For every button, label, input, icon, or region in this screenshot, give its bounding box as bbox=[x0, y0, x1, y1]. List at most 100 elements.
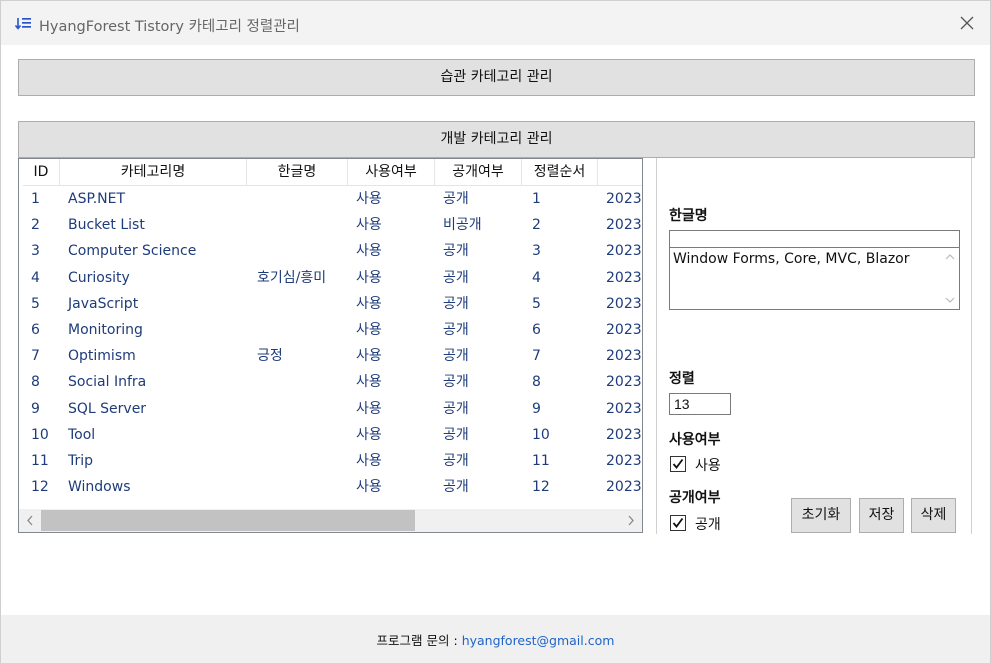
contact-email-link[interactable]: hyangforest@gmail.com bbox=[462, 633, 615, 648]
delete-button[interactable]: 삭제 bbox=[911, 498, 956, 533]
horizontal-scrollbar[interactable] bbox=[19, 509, 642, 532]
cell-date: 2023- bbox=[606, 400, 643, 417]
cell-korean-name bbox=[247, 291, 348, 317]
table-row[interactable]: 9 SQL Server 사용 공개 9 2023- bbox=[23, 396, 643, 422]
cell-public: 공개 bbox=[443, 426, 469, 443]
cell-category-name: JavaScript bbox=[68, 295, 139, 312]
cell-order: 1 bbox=[532, 191, 541, 207]
use-checkbox-label[interactable]: 사용 bbox=[695, 455, 721, 475]
table-row[interactable]: 1 ASP.NET 사용 공개 1 2023- bbox=[23, 186, 643, 212]
cell-order: 8 bbox=[532, 374, 541, 391]
cell-order: 4 bbox=[532, 269, 541, 286]
cell-use: 사용 bbox=[356, 452, 382, 469]
table-row[interactable]: 2 Bucket List 사용 비공개 2 2023- bbox=[23, 212, 643, 238]
table-row[interactable]: 7 Optimism 긍정 사용 공개 7 2023- bbox=[23, 343, 642, 369]
cell-date: 2023- bbox=[606, 374, 643, 391]
cell-date: 2023- bbox=[606, 295, 643, 312]
cell-category-name: Computer Science bbox=[68, 243, 197, 260]
close-button[interactable] bbox=[952, 9, 982, 37]
cell-date: 2023- bbox=[606, 243, 643, 260]
order-field[interactable] bbox=[669, 393, 731, 415]
cell-date: 2023- bbox=[606, 426, 643, 443]
cell-use: 사용 bbox=[356, 400, 382, 417]
cell-id: 11 bbox=[31, 452, 49, 469]
description-text: Window Forms, Core, MVC, Blazor bbox=[673, 251, 910, 267]
cell-korean-name: 호기심/흥미 bbox=[257, 269, 327, 286]
column-header-use[interactable]: 사용여부 bbox=[348, 159, 435, 186]
cell-korean-name bbox=[247, 317, 348, 343]
grid-header: ID 카테고리명 한글명 사용여부 공개여부 정렬순서 bbox=[23, 159, 642, 186]
dev-category-button[interactable]: 개발 카테고리 관리 bbox=[18, 121, 975, 158]
cell-id: 3 bbox=[31, 243, 40, 260]
cell-korean-name bbox=[247, 396, 348, 422]
column-header-id[interactable]: ID bbox=[23, 159, 60, 186]
cell-public: 공개 bbox=[443, 321, 469, 338]
use-checkbox[interactable] bbox=[670, 456, 686, 472]
table-row[interactable]: 5 JavaScript 사용 공개 5 2023- bbox=[23, 291, 643, 317]
cell-id: 6 bbox=[31, 321, 40, 338]
cell-date: 2023- bbox=[606, 269, 643, 286]
reset-button[interactable]: 초기화 bbox=[791, 498, 851, 533]
cell-id: 2 bbox=[31, 217, 40, 234]
cell-date: 2023- bbox=[606, 452, 643, 469]
chevron-left-icon bbox=[19, 515, 41, 532]
table-row[interactable]: 12 Windows 사용 공개 12 2023- bbox=[23, 474, 643, 500]
table-row[interactable]: 4 Curiosity 호기심/흥미 사용 공개 4 2023- bbox=[23, 265, 643, 291]
cell-use: 사용 bbox=[356, 321, 382, 338]
cell-korean-name bbox=[247, 238, 348, 264]
habit-category-button[interactable]: 습관 카테고리 관리 bbox=[18, 59, 975, 96]
column-header-order[interactable]: 정렬순서 bbox=[522, 159, 598, 186]
table-row[interactable]: 11 Trip 사용 공개 11 2023- bbox=[23, 448, 643, 474]
sort-list-icon bbox=[14, 16, 33, 32]
cell-public: 공개 bbox=[443, 295, 469, 312]
description-field[interactable]: Window Forms, Core, MVC, Blazor bbox=[669, 247, 960, 310]
cell-public: 공개 bbox=[443, 479, 469, 496]
title-bar: HyangForest Tistory 카테고리 정렬관리 bbox=[1, 1, 990, 45]
scroll-thumb[interactable] bbox=[41, 510, 415, 531]
cell-category-name: Monitoring bbox=[68, 321, 143, 338]
cell-category-name: Trip bbox=[68, 452, 94, 469]
cell-use: 사용 bbox=[356, 191, 382, 207]
cell-order: 10 bbox=[532, 426, 550, 443]
column-header-name[interactable]: 카테고리명 bbox=[60, 159, 247, 186]
cell-korean-name bbox=[247, 212, 348, 238]
grid-rows: 1 ASP.NET 사용 공개 1 2023- 2 Bucket List 사용 비공개 2 2023… bbox=[23, 186, 643, 500]
column-header-korean-name[interactable]: 한글명 bbox=[247, 159, 348, 186]
footer: 프로그램 문의 : hyangforest@gmail.com bbox=[1, 615, 990, 663]
cell-korean-name bbox=[247, 422, 348, 448]
cell-public: 공개 bbox=[443, 348, 469, 365]
table-row[interactable]: 3 Computer Science 사용 공개 3 2023- bbox=[23, 238, 643, 264]
description-scrollbar[interactable] bbox=[941, 248, 959, 309]
cell-korean-name: 긍정 bbox=[257, 348, 283, 365]
cell-date: 2023- bbox=[606, 217, 643, 234]
public-checkbox-label[interactable]: 공개 bbox=[695, 514, 721, 534]
cell-date: 2023- bbox=[606, 321, 643, 338]
cell-order: 6 bbox=[532, 321, 541, 338]
cell-category-name: Bucket List bbox=[68, 217, 145, 234]
cell-order: 5 bbox=[532, 295, 541, 312]
cell-order: 12 bbox=[532, 479, 550, 496]
table-row[interactable]: 6 Monitoring 사용 공개 6 2023- bbox=[23, 317, 643, 343]
cell-date: 2023- bbox=[606, 479, 643, 496]
cell-use: 사용 bbox=[356, 295, 382, 312]
cell-korean-name bbox=[247, 369, 348, 395]
cell-use: 사용 bbox=[356, 374, 382, 391]
table-row[interactable]: 8 Social Infra 사용 공개 8 2023- bbox=[23, 369, 643, 395]
save-button[interactable]: 저장 bbox=[859, 498, 904, 533]
scroll-left-button[interactable] bbox=[19, 509, 41, 532]
footer-label: 프로그램 문의 : bbox=[376, 633, 462, 648]
column-header-date[interactable] bbox=[598, 159, 642, 186]
table-row[interactable]: 10 Tool 사용 공개 10 2023- bbox=[23, 422, 643, 448]
column-header-public[interactable]: 공개여부 bbox=[435, 159, 522, 186]
cell-category-name: ASP.NET bbox=[68, 191, 126, 207]
cell-category-name: Tool bbox=[68, 426, 96, 443]
scroll-right-button[interactable] bbox=[620, 509, 642, 532]
cell-id: 9 bbox=[31, 400, 40, 417]
cell-order: 2 bbox=[532, 217, 541, 234]
cell-order: 11 bbox=[532, 452, 550, 469]
app-window: HyangForest Tistory 카테고리 정렬관리 습관 카테고리 관리… bbox=[0, 0, 991, 663]
public-checkbox[interactable] bbox=[670, 515, 686, 531]
cell-category-name: SQL Server bbox=[68, 400, 147, 417]
cell-date: 2023- bbox=[606, 191, 643, 207]
category-grid[interactable]: ID 카테고리명 한글명 사용여부 공개여부 정렬순서 1 ASP.NET 사용 공개… bbox=[18, 158, 643, 533]
